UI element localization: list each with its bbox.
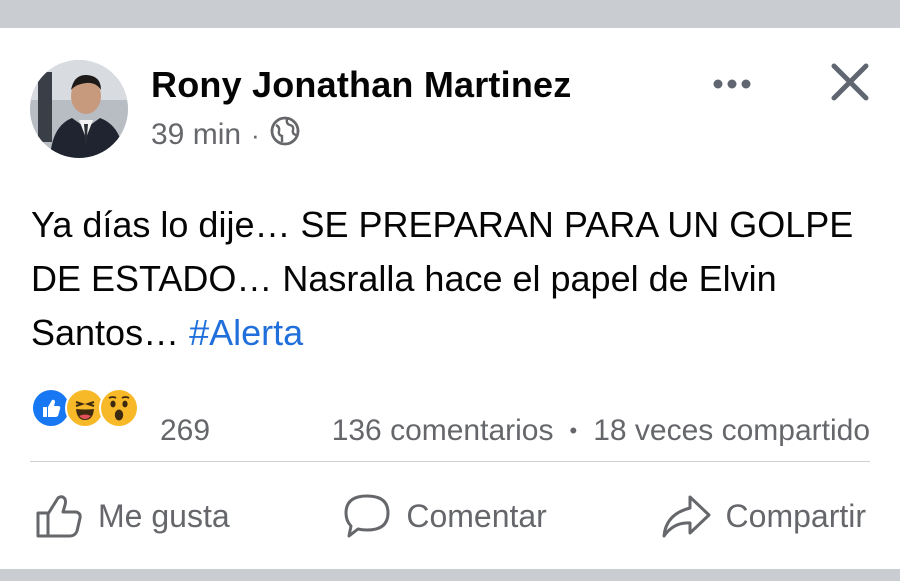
author-name[interactable]: Rony Jonathan Martinez	[151, 64, 571, 106]
comments-count[interactable]: 136 comentarios	[332, 414, 554, 448]
avatar-photo	[30, 60, 128, 158]
share-label: Compartir	[725, 497, 866, 534]
meta-separator: ·	[251, 119, 260, 150]
post-body: Ya días lo dije… SE PREPARAN PARA UN GOL…	[31, 204, 854, 353]
hashtag-link[interactable]: #Alerta	[189, 312, 303, 353]
comment-button[interactable]: Comentar	[338, 493, 551, 539]
action-bar: Me gusta Comentar Compartir	[30, 486, 870, 546]
shares-count[interactable]: 18 veces compartido	[593, 414, 870, 448]
avatar[interactable]	[30, 60, 128, 158]
stats-separator: •	[569, 418, 578, 443]
wow-reaction-icon	[99, 388, 139, 428]
post-time[interactable]: 39 min	[151, 118, 241, 152]
post-card: Rony Jonathan Martinez 39 min · Ya días …	[0, 28, 900, 569]
comment-bubble-icon	[342, 493, 392, 539]
more-options-icon[interactable]	[708, 72, 756, 96]
reaction-count[interactable]: 269	[160, 414, 210, 448]
close-icon[interactable]	[826, 58, 874, 106]
share-button[interactable]: Compartir	[656, 493, 870, 539]
like-label: Me gusta	[98, 497, 230, 534]
reaction-icons[interactable]	[31, 388, 139, 428]
divider	[30, 461, 870, 462]
comment-label: Comentar	[406, 497, 547, 534]
post-text: Ya días lo dije… SE PREPARAN PARA UN GOL…	[31, 198, 871, 360]
share-arrow-icon	[660, 493, 712, 539]
post-stats: 136 comentarios • 18 veces compartido	[332, 414, 870, 448]
like-button[interactable]: Me gusta	[30, 493, 234, 539]
thumbs-up-icon	[34, 493, 84, 539]
globe-icon	[270, 116, 300, 154]
post-meta: 39 min ·	[151, 116, 300, 154]
